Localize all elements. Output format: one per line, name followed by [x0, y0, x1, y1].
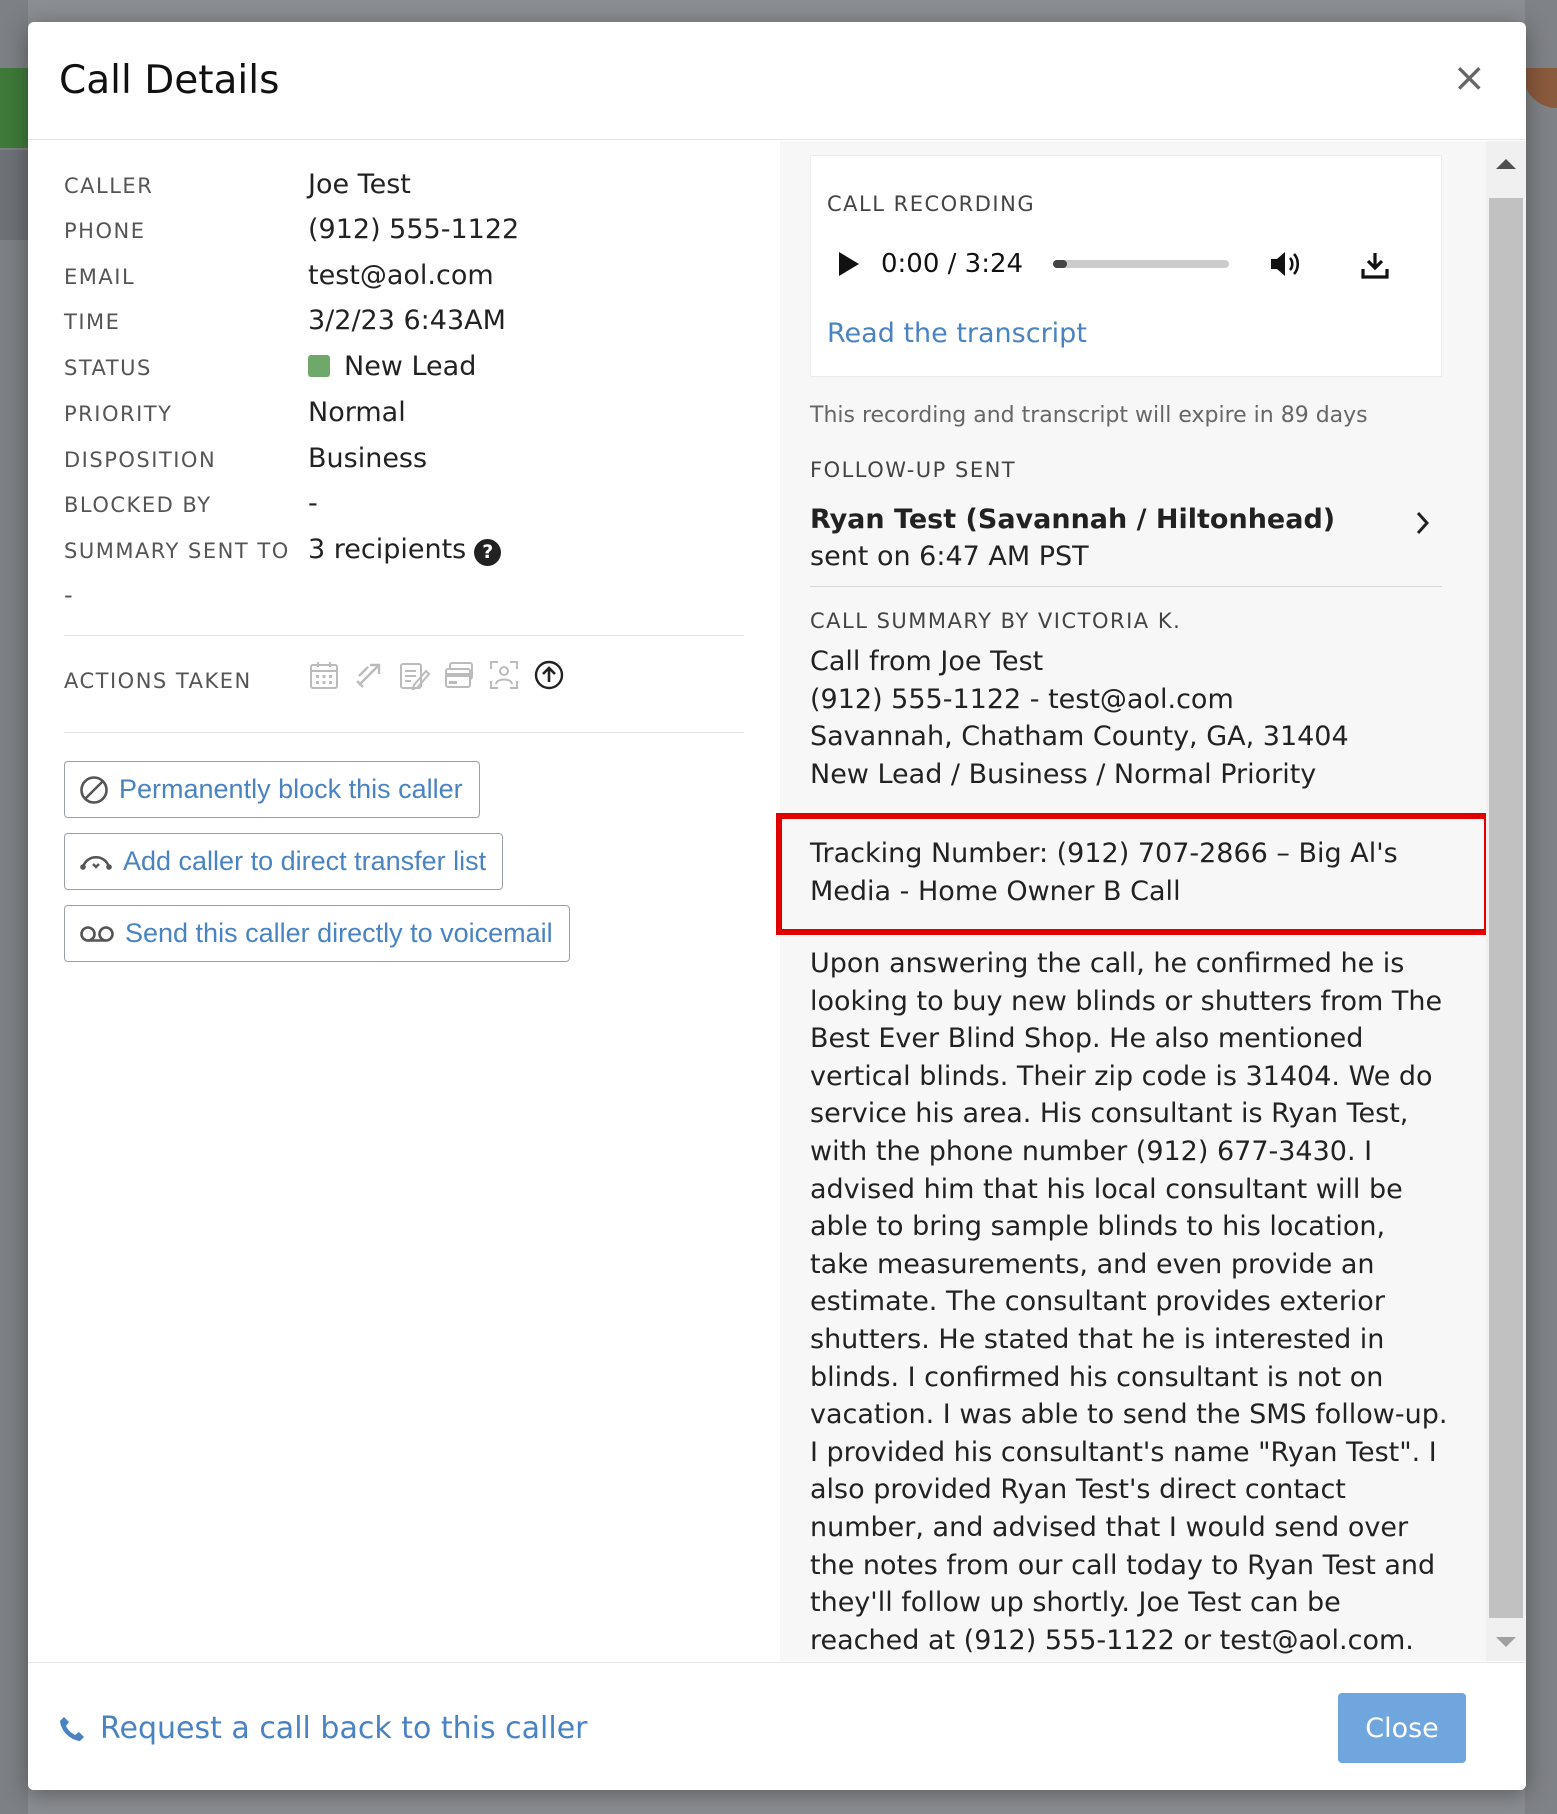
calendar-icon	[310, 662, 338, 689]
summary-line: Call from Joe Test	[810, 646, 1044, 677]
close-icon[interactable]: ×	[1452, 58, 1486, 98]
tracking-highlight-box: Tracking Number: (912) 707-2866 – Big Al…	[776, 813, 1490, 935]
status-value: New Lead	[308, 351, 476, 382]
time-value: 3/2/23 6:43AM	[308, 305, 506, 336]
upload-circle-icon	[534, 660, 564, 690]
summary-line: Savannah, Chatham County, GA, 31404	[810, 721, 1349, 752]
phone-icon	[60, 1716, 84, 1741]
backdrop-right-strip	[1525, 0, 1557, 1814]
summary-label: CALL SUMMARY BY VICTORIA K.	[810, 609, 1182, 633]
email-label: EMAIL	[64, 265, 136, 289]
priority-value: Normal	[308, 397, 406, 428]
actions-taken-label: ACTIONS TAKEN	[64, 669, 252, 693]
note-edit-icon	[400, 663, 430, 691]
panel-scrollbar[interactable]	[1486, 141, 1526, 1661]
priority-label: PRIORITY	[64, 402, 173, 426]
summary-sent-label: SUMMARY SENT TO	[64, 539, 290, 563]
phone-label: PHONE	[64, 219, 146, 243]
summary-panel: CALL RECORDING 0:00 / 3:24 Read the tran…	[776, 141, 1512, 1693]
block-icon	[80, 775, 108, 804]
status-color-icon	[308, 355, 330, 377]
transfer-arc-icon	[80, 855, 112, 870]
call-info-panel: CALLER Joe Test PHONE (912) 555-1122 EMA…	[28, 141, 780, 1661]
block-caller-label: Permanently block this caller	[119, 774, 463, 804]
transfer-icon	[356, 663, 381, 688]
phone-value: (912) 555-1122	[308, 214, 520, 245]
tracking-number-text: Tracking Number: (912) 707-2866 – Big Al…	[810, 838, 1398, 907]
recipients-count: 3 recipients	[308, 534, 467, 565]
backdrop-left-strip	[0, 0, 28, 1814]
recording-label: CALL RECORDING	[827, 192, 1036, 216]
status-label: STATUS	[64, 356, 152, 380]
summary-body-text: Upon answering the call, he confirmed he…	[810, 948, 1448, 1693]
disposition-label: DISPOSITION	[64, 448, 217, 472]
request-callback-link[interactable]: Request a call back to this caller	[58, 1711, 588, 1746]
direct-transfer-label: Add caller to direct transfer list	[123, 846, 487, 876]
expire-note: This recording and transcript will expir…	[810, 403, 1368, 428]
chevron-right-icon	[1416, 511, 1430, 535]
followup-sent-time: sent on 6:47 AM PST	[810, 541, 1089, 572]
scroll-thumb[interactable]	[1489, 198, 1523, 1618]
sms-card-icon	[445, 662, 473, 688]
caller-value: Joe Test	[308, 169, 411, 200]
download-icon[interactable]	[1360, 250, 1390, 280]
disposition-value: Business	[308, 443, 428, 474]
block-caller-button[interactable]: Permanently block this caller	[64, 761, 480, 818]
close-button[interactable]: Close	[1338, 1693, 1466, 1763]
request-callback-label: Request a call back to this caller	[100, 1711, 588, 1746]
send-to-voicemail-button[interactable]: Send this caller directly to voicemail	[64, 905, 570, 962]
actions-taken-icons	[308, 659, 565, 691]
divider	[64, 732, 744, 733]
modal-footer: Request a call back to this caller Close	[28, 1662, 1526, 1790]
backdrop-gray-block	[0, 150, 28, 240]
caller-label: CALLER	[64, 174, 154, 198]
email-value: test@aol.com	[308, 260, 494, 291]
followup-text: Ryan Test (Savannah / Hiltonhead) sent o…	[810, 501, 1370, 575]
blocked-by-value: -	[308, 488, 318, 519]
help-icon[interactable]: ?	[474, 539, 502, 566]
send-to-voicemail-label: Send this caller directly to voicemail	[125, 918, 553, 948]
player-time: 0:00 / 3:24	[881, 249, 1024, 279]
followup-label: FOLLOW-UP SENT	[810, 458, 1017, 482]
scroll-up-arrow-icon[interactable]	[1496, 159, 1516, 169]
call-details-modal: Call Details × CALLER Joe Test PHONE (91…	[28, 22, 1526, 1790]
followup-recipient: Ryan Test (Savannah / Hiltonhead)	[810, 504, 1336, 535]
summary-sent-extra: -	[64, 581, 73, 609]
recording-card: CALL RECORDING 0:00 / 3:24 Read the tran…	[810, 155, 1442, 377]
modal-header: Call Details ×	[28, 22, 1526, 140]
summary-sent-value: 3 recipients?	[308, 534, 502, 566]
audio-player: 0:00 / 3:24	[795, 232, 1355, 296]
divider	[64, 635, 744, 636]
summary-header-lines: Call from Joe Test (912) 555-1122 - test…	[810, 643, 1450, 793]
read-transcript-link[interactable]: Read the transcript	[827, 318, 1087, 349]
voicemail-icon	[80, 925, 114, 942]
followup-row[interactable]: Ryan Test (Savannah / Hiltonhead) sent o…	[810, 501, 1442, 587]
progress-bar[interactable]	[1053, 260, 1230, 268]
volume-icon[interactable]	[1269, 249, 1303, 279]
contact-scan-icon	[490, 661, 518, 689]
summary-line: New Lead / Business / Normal Priority	[810, 758, 1317, 790]
status-text: New Lead	[344, 351, 477, 382]
scroll-down-arrow-icon[interactable]	[1496, 1637, 1516, 1647]
backdrop-green-block	[0, 68, 28, 148]
summary-line: (912) 555-1122 - test@aol.com	[810, 683, 1234, 715]
time-label: TIME	[64, 310, 121, 334]
blocked-by-label: BLOCKED BY	[64, 493, 212, 517]
progress-fill	[1053, 260, 1068, 268]
direct-transfer-button[interactable]: Add caller to direct transfer list	[64, 833, 504, 890]
play-icon[interactable]	[839, 252, 859, 276]
modal-title: Call Details	[59, 58, 280, 103]
